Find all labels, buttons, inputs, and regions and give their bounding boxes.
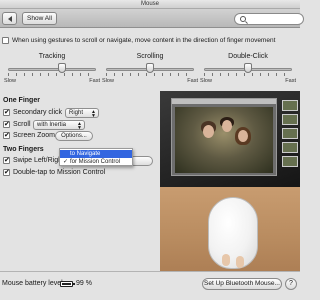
preview-photo (175, 107, 273, 173)
preview-photo-window (171, 98, 277, 176)
tracking-title: Tracking (38, 53, 66, 60)
person-face (203, 125, 214, 138)
settings-pane: One Finger Secondary click Right ▲▼ Scro… (0, 91, 160, 271)
tracking-track[interactable] (8, 68, 96, 71)
secondary-click-value: Right (69, 110, 84, 116)
double-click-slider-group: Double-Click Slow Fast (200, 53, 296, 87)
magic-mouse-illustration (208, 197, 258, 269)
title-bar: Mouse (0, 0, 300, 9)
chevron-updown-icon: ▲ ▼ (91, 109, 96, 119)
double-tap-checkbox[interactable] (3, 168, 10, 176)
scrolling-min-label: Slow (102, 78, 114, 84)
scroll-checkbox[interactable] (3, 120, 10, 128)
double-click-slider-knob[interactable] (244, 63, 252, 73)
finger-right (236, 256, 244, 268)
swipe-dropdown-menu: to Navigate ✓ for Mission Control (59, 148, 133, 166)
thumbnail (282, 156, 298, 167)
scrolling-slider-knob[interactable] (146, 63, 154, 73)
scrolling-max-label: Fast (187, 78, 198, 84)
search-icon (240, 16, 246, 22)
double-tap-option[interactable]: Double-tap to Mission Control (3, 168, 158, 178)
scrolling-ticks (106, 73, 194, 76)
window-title: Mouse (140, 1, 159, 7)
double-click-title: Double-Click (228, 53, 268, 60)
tracking-slider-knob[interactable] (58, 63, 66, 73)
two-fingers-header: Two Fingers (3, 146, 44, 153)
swipe-checkbox[interactable] (3, 156, 10, 164)
double-click-min-label: Slow (200, 78, 212, 84)
scroll-value: with Inertia (37, 122, 67, 128)
person-face (222, 120, 232, 132)
tracking-slider-group: Tracking Slow Fast (4, 53, 100, 87)
search-field[interactable] (234, 13, 304, 25)
scroll-label: Scroll (13, 121, 31, 128)
thumbnail (282, 128, 298, 139)
set-up-bluetooth-mouse-button[interactable]: Set Up Bluetooth Mouse... (202, 278, 282, 290)
swipe-label: Swipe Left/Righ (13, 157, 63, 164)
menu-item-label: to Navigate (70, 151, 101, 157)
tracking-min-label: Slow (4, 78, 16, 84)
thumbnail (282, 100, 298, 111)
one-finger-header: One Finger (3, 97, 40, 104)
secondary-click-checkbox[interactable] (3, 108, 10, 116)
thumbnail (282, 114, 298, 125)
menu-item-label: for Mission Control (70, 159, 121, 165)
back-button[interactable] (2, 12, 17, 25)
battery-label: Mouse battery level: (2, 280, 65, 287)
preview-thumbnails (280, 100, 300, 170)
screen-zoom-options-button[interactable]: Options... (55, 131, 93, 141)
menu-item-for-mission-control[interactable]: ✓ for Mission Control (60, 158, 132, 166)
finger-left (222, 254, 230, 266)
secondary-click-option[interactable]: Secondary click Right ▲▼ (3, 108, 103, 119)
person-face (238, 130, 248, 142)
gesture-direction-label: When using gestures to scroll or navigat… (12, 37, 276, 44)
screen-zoom-label: Screen Zoom (13, 132, 56, 139)
help-button[interactable]: ? (285, 278, 297, 290)
toolbar: Show All (0, 9, 304, 28)
chevron-updown-icon: ▲ ▼ (77, 121, 82, 131)
double-click-ticks (204, 73, 292, 76)
battery-value: 99 % (76, 280, 92, 287)
show-all-button[interactable]: Show All (22, 12, 57, 25)
secondary-click-popup[interactable]: Right ▲ ▼ (65, 108, 99, 119)
checkmark-icon: ✓ (63, 159, 69, 165)
gesture-direction-option[interactable]: When using gestures to scroll or navigat… (2, 36, 300, 46)
double-tap-label: Double-tap to Mission Control (13, 169, 106, 176)
tracking-max-label: Fast (89, 78, 100, 84)
secondary-click-label: Secondary click (13, 109, 63, 116)
scroll-popup[interactable]: with Inertia ▲ ▼ (33, 120, 85, 131)
battery-icon (60, 281, 75, 287)
footer: Mouse battery level: 99 % Set Up Bluetoo… (0, 271, 300, 300)
menu-item-to-navigate[interactable]: to Navigate (60, 150, 132, 158)
screen-zoom-checkbox[interactable] (3, 131, 10, 139)
tracking-ticks (8, 73, 96, 76)
thumbnail (282, 142, 298, 153)
preview-window-bar (172, 99, 276, 104)
screen-zoom-option[interactable]: Screen Zoom Options... (3, 131, 103, 141)
scrolling-slider-group: Scrolling Slow Fast (102, 53, 198, 87)
scrolling-title: Scrolling (136, 53, 164, 60)
double-click-max-label: Fast (285, 78, 296, 84)
gesture-preview (160, 91, 300, 271)
back-arrow-icon (8, 16, 12, 22)
scroll-option[interactable]: Scroll with Inertia ▲▼ (3, 120, 103, 131)
preview-screen (160, 91, 300, 187)
gesture-direction-checkbox[interactable] (2, 37, 9, 44)
